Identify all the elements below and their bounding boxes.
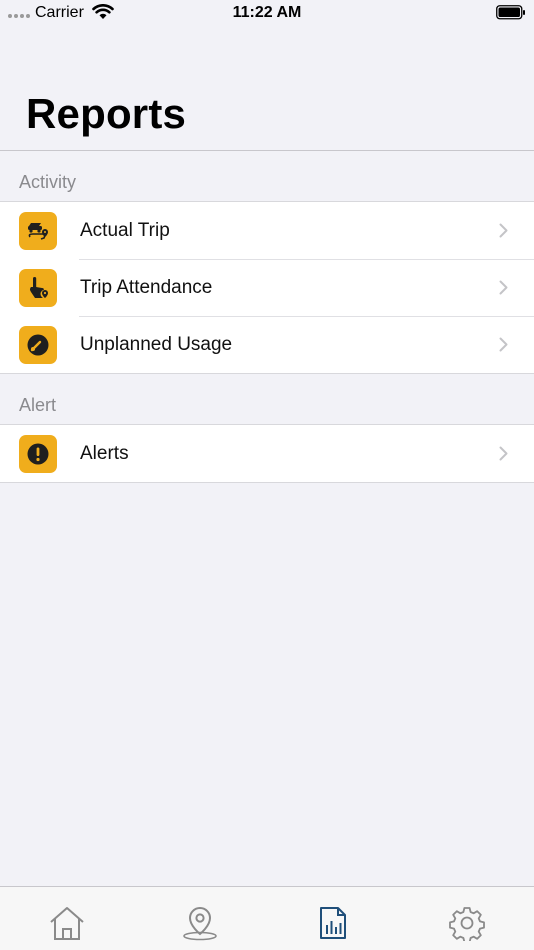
- tab-reports[interactable]: [313, 905, 353, 945]
- tap-location-icon: [19, 269, 57, 307]
- chevron-right-icon: [499, 223, 508, 243]
- gear-icon: [449, 905, 485, 946]
- row-trip-attendance[interactable]: Trip Attendance: [0, 259, 534, 316]
- activity-group: Actual Trip Trip Attendance Unplanned Us…: [0, 201, 534, 374]
- status-bar: Carrier 11:22 AM: [0, 0, 534, 26]
- row-unplanned-usage[interactable]: Unplanned Usage: [0, 316, 534, 373]
- row-label: Trip Attendance: [80, 276, 213, 298]
- status-time: 11:22 AM: [232, 4, 302, 21]
- tab-home[interactable]: [47, 905, 87, 945]
- tab-map[interactable]: [180, 905, 220, 945]
- home-icon: [48, 905, 86, 946]
- chevron-right-icon: [499, 280, 508, 300]
- chevron-right-icon: [499, 446, 508, 466]
- tab-bar: [0, 886, 534, 950]
- speedometer-icon: [19, 326, 57, 364]
- section-header-alert: Alert: [19, 395, 57, 415]
- row-alerts[interactable]: Alerts: [0, 425, 534, 482]
- tab-settings[interactable]: [447, 905, 487, 945]
- report-chart-icon: [316, 905, 350, 946]
- title-divider: [0, 150, 534, 151]
- location-pin-icon: [181, 905, 219, 946]
- chevron-right-icon: [499, 337, 508, 357]
- alert-group: Alerts: [0, 424, 534, 483]
- page-title: Reports: [26, 90, 187, 137]
- row-label: Actual Trip: [80, 219, 170, 241]
- row-label: Unplanned Usage: [80, 333, 233, 355]
- battery-icon: [496, 5, 526, 25]
- route-map-icon: [19, 212, 57, 250]
- row-label: Alerts: [80, 442, 129, 464]
- exclamation-icon: [19, 435, 57, 473]
- section-header-activity: Activity: [19, 172, 77, 192]
- row-actual-trip[interactable]: Actual Trip: [0, 202, 534, 259]
